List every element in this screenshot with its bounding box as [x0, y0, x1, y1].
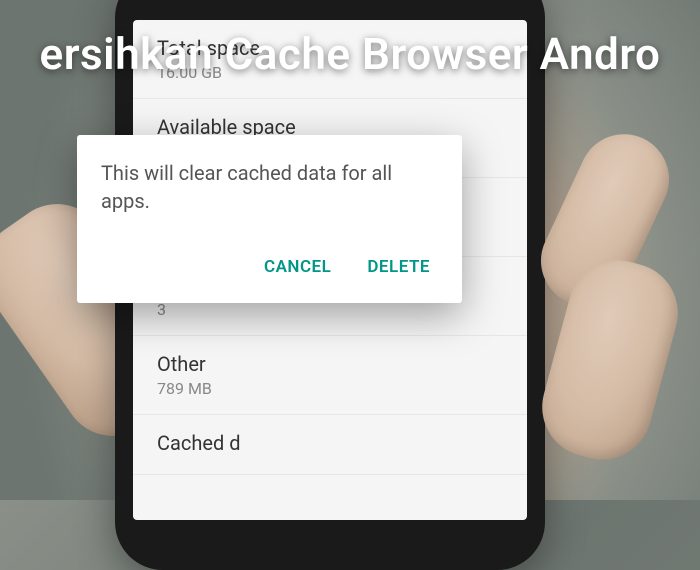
item-label: Cached d — [157, 431, 503, 455]
item-value: 16.00 GB — [157, 63, 503, 82]
item-label: Other — [157, 352, 503, 376]
clear-cache-dialog: This will clear cached data for all apps… — [77, 135, 462, 303]
item-label: Total space — [157, 36, 503, 60]
item-value: 789 MB — [157, 379, 503, 398]
cancel-button[interactable]: CANCEL — [260, 251, 335, 283]
settings-item-total-space[interactable]: Total space 16.00 GB — [133, 20, 527, 99]
dialog-message: This will clear cached data for all apps… — [101, 159, 438, 215]
settings-item-other[interactable]: Other 789 MB — [133, 336, 527, 415]
settings-item-cached[interactable]: Cached d — [133, 415, 527, 475]
delete-button[interactable]: DELETE — [363, 251, 434, 283]
dialog-actions: CANCEL DELETE — [101, 243, 438, 293]
